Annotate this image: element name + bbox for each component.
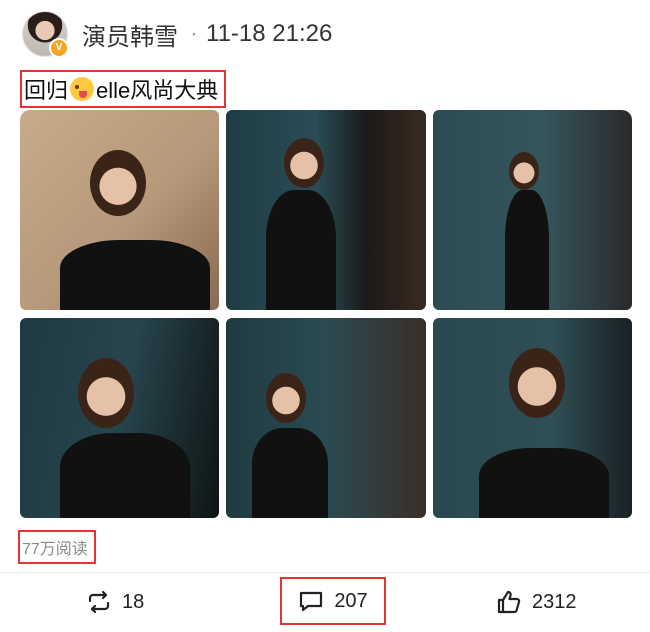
thumbs-up-icon <box>497 590 521 614</box>
photo-5[interactable] <box>226 318 426 518</box>
meta-separator: · <box>190 20 198 47</box>
post-meta: 演员韩雪 · 11-18 21:26 <box>82 17 332 52</box>
like-button[interactable]: 2312 <box>496 576 577 628</box>
post-text: 回归 elle风尚大典 <box>20 70 227 108</box>
like-count: 2312 <box>532 590 577 613</box>
post-time: 11-18 21:26 <box>206 20 333 47</box>
photo-1[interactable] <box>20 110 219 310</box>
photo-3[interactable] <box>433 110 632 310</box>
photo-grid <box>20 110 632 518</box>
comment-button[interactable]: 207 <box>280 577 386 625</box>
author-name[interactable]: 演员韩雪 <box>82 17 178 52</box>
post-text-part-2: elle风尚大典 <box>96 78 219 103</box>
repost-button[interactable]: 18 <box>86 576 144 628</box>
avatar[interactable]: V <box>22 11 69 58</box>
divider <box>0 572 650 573</box>
photo-4[interactable] <box>20 318 219 518</box>
tongue-wink-emoji-icon <box>70 77 95 101</box>
action-bar: 18 207 2312 <box>0 576 650 628</box>
post-header: V 演员韩雪 · 11-18 21:26 <box>22 10 332 58</box>
repost-count: 18 <box>122 590 145 613</box>
photo-6[interactable] <box>433 318 632 518</box>
read-count: 77万阅读 <box>18 530 96 564</box>
photo-2[interactable] <box>226 110 426 310</box>
post-text-part-1: 回归 <box>24 78 69 103</box>
verified-badge-icon: V <box>49 38 69 58</box>
comment-icon <box>300 591 323 612</box>
comment-count: 207 <box>334 589 368 612</box>
repost-icon <box>88 590 110 614</box>
